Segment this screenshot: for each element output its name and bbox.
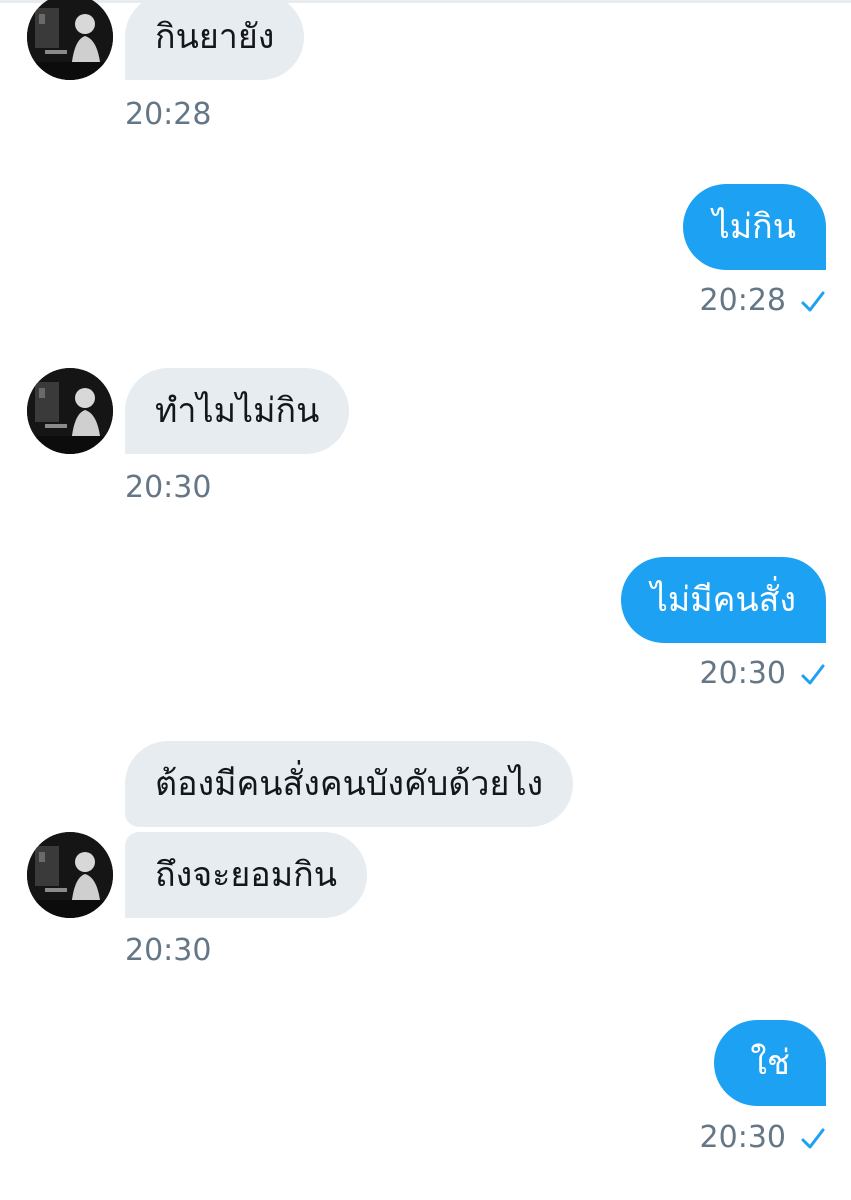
message-text: กินยายัง: [155, 17, 275, 57]
message-meta: 20:30: [700, 656, 826, 691]
message-bubble-incoming[interactable]: กินยายัง: [125, 0, 305, 80]
message-meta: 20:30: [700, 1120, 826, 1155]
message-text: ต้องมีคนสั่งคนบังคับด้วยไง: [155, 764, 544, 804]
message-bubble-outgoing[interactable]: ไม่กิน: [682, 184, 826, 270]
contact-avatar[interactable]: [27, 0, 113, 80]
message-timestamp: 20:30: [125, 470, 212, 505]
message-bubble-incoming[interactable]: ถึงจะยอมกิน: [125, 832, 367, 918]
message-text: ไม่กิน: [712, 207, 796, 247]
message-text: ใช่: [750, 1043, 790, 1083]
message-timestamp: 20:30: [699, 656, 786, 691]
message-bubble-incoming[interactable]: ต้องมีคนสั่งคนบังคับด้วยไง: [125, 741, 574, 827]
check-icon: [800, 661, 826, 687]
top-divider: [0, 0, 851, 3]
message-timestamp: 20:28: [125, 97, 212, 132]
message-timestamp: 20:30: [699, 1120, 786, 1155]
message-meta: 20:28: [700, 283, 826, 318]
message-bubble-incoming[interactable]: ทำไมไม่กิน: [125, 368, 350, 454]
message-timestamp: 20:28: [699, 283, 786, 318]
message-text: ไม่มีคนสั่ง: [650, 580, 796, 620]
message-bubble-outgoing[interactable]: ใช่: [714, 1020, 826, 1106]
contact-avatar[interactable]: [27, 368, 113, 454]
check-icon: [800, 288, 826, 314]
contact-avatar[interactable]: [27, 832, 113, 918]
message-timestamp: 20:30: [125, 933, 212, 968]
check-icon: [800, 1125, 826, 1151]
message-text: ถึงจะยอมกิน: [155, 855, 337, 895]
message-bubble-outgoing[interactable]: ไม่มีคนสั่ง: [620, 557, 826, 643]
message-text: ทำไมไม่กิน: [155, 391, 320, 431]
